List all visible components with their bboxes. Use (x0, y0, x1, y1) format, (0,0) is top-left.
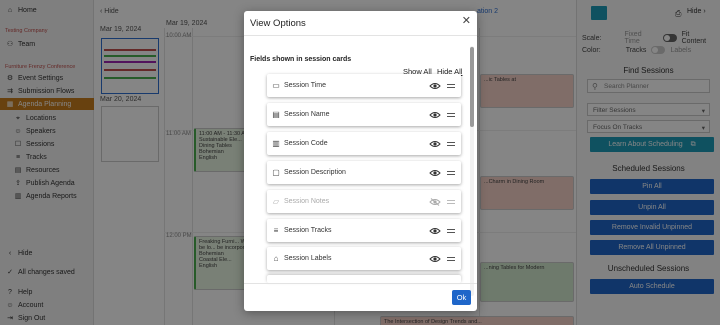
field-row-session-labels[interactable]: ⌂ Session Labels (267, 247, 461, 270)
ok-button[interactable]: Ok (452, 290, 471, 305)
drag-handle-icon[interactable] (447, 256, 455, 261)
drag-handle-icon[interactable] (447, 141, 455, 146)
fields-subtitle: Fields shown in session cards (250, 56, 352, 63)
eye-off-icon[interactable] (429, 197, 441, 206)
divider (244, 35, 477, 36)
name-icon: ▤ (272, 110, 280, 119)
field-row-session-time[interactable]: ▭ Session Time (267, 74, 461, 97)
field-row-session-description[interactable]: ▢ Session Description (267, 161, 461, 184)
dialog-title: View Options (250, 18, 306, 29)
divider (244, 283, 477, 284)
view-options-dialog: View Options ✕ Fields shown in session c… (244, 11, 477, 311)
field-row-session-tracks[interactable]: ≡ Session Tracks (267, 219, 461, 242)
field-row-partial (267, 275, 461, 283)
scrollbar-thumb[interactable] (470, 47, 474, 127)
clock-icon: ▭ (272, 81, 280, 90)
drag-handle-icon[interactable] (447, 112, 455, 117)
drag-handle-icon[interactable] (447, 170, 455, 175)
tag-icon: ⌂ (273, 254, 279, 263)
barcode-icon: ▥ (272, 139, 280, 148)
eye-icon[interactable] (429, 82, 441, 90)
tracks-icon: ≡ (273, 226, 279, 235)
description-icon: ▢ (272, 168, 280, 177)
eye-icon[interactable] (429, 140, 441, 148)
eye-icon[interactable] (429, 169, 441, 177)
drag-handle-icon[interactable] (447, 228, 455, 233)
eye-icon[interactable] (429, 227, 441, 235)
drag-handle-icon[interactable] (447, 83, 455, 88)
field-row-session-notes[interactable]: ▱ Session Notes (267, 190, 461, 213)
notes-icon: ▱ (272, 197, 280, 206)
eye-icon[interactable] (429, 111, 441, 119)
field-row-session-name[interactable]: ▤ Session Name (267, 103, 461, 126)
close-icon[interactable]: ✕ (462, 16, 471, 27)
field-row-session-code[interactable]: ▥ Session Code (267, 132, 461, 155)
drag-handle-icon[interactable] (447, 199, 455, 204)
eye-icon[interactable] (429, 255, 441, 263)
